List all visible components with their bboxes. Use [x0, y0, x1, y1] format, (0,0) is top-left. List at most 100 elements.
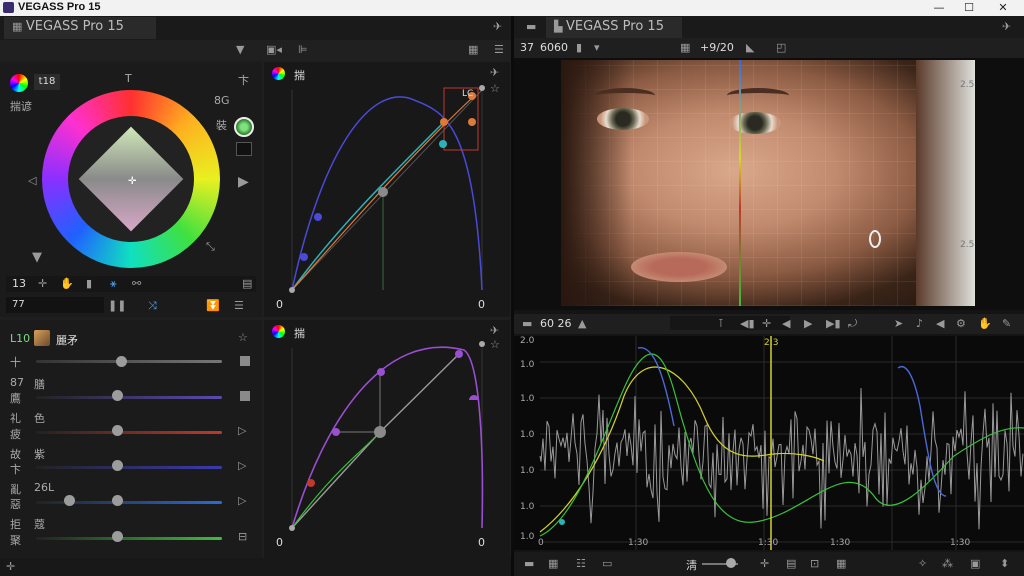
plus-icon[interactable]: ✛ [6, 560, 15, 573]
flag-icon[interactable]: ⊫ [298, 43, 308, 56]
slider-knob[interactable] [112, 531, 123, 542]
panel-icon[interactable]: ▬ [526, 20, 536, 33]
row-action-icon[interactable] [240, 356, 250, 366]
curve-top-graph[interactable] [264, 62, 510, 317]
settings-icon[interactable]: ⚙ [956, 317, 966, 330]
frame-back-icon[interactable]: ⊺ [718, 317, 724, 330]
pause-icon[interactable]: ❚❚ [108, 299, 126, 312]
tab-color-panel[interactable]: ▦ VEGASS Pro 15 [4, 17, 156, 39]
hand-icon[interactable]: ✋ [60, 277, 74, 290]
up-triangle-icon[interactable]: ▲ [578, 317, 586, 330]
pointer-icon[interactable]: ➤ [894, 317, 903, 330]
output-icon[interactable]: ⬍ [1000, 557, 1009, 570]
fullscreen-icon[interactable]: ◰ [776, 41, 786, 54]
play-icon[interactable]: ▷ [238, 424, 246, 437]
grid-icon[interactable]: ▦ [680, 41, 690, 54]
hand-icon[interactable]: ✋ [978, 317, 992, 330]
table-icon[interactable]: ▦ [836, 557, 846, 570]
render-icon[interactable]: ▣ [970, 557, 980, 570]
shuffle-icon[interactable]: ⤨ [148, 299, 157, 313]
wheel-value-field[interactable]: 77 [6, 297, 104, 313]
slider-knob[interactable] [112, 390, 123, 401]
bar-icon[interactable]: ▮ [86, 277, 92, 290]
close-button[interactable]: ✕ [988, 0, 1018, 16]
right-statusbar: ▬ ▦ ☷ ▭ 淸 ✛ ▤ ⊡ ▦ ✧ ⁂ ▣ ⬍ [514, 552, 1024, 576]
next-icon[interactable]: ▶▮ [826, 317, 841, 330]
wheel-value-box[interactable]: t18 [34, 74, 60, 90]
level-slider-blue[interactable] [36, 396, 222, 399]
tab-label: VEGASS Pro 15 [25, 19, 124, 34]
menu-icon[interactable]: ☰ [234, 299, 244, 312]
level-row-sublabel: 26L [34, 481, 55, 494]
list-icon[interactable]: ☰ [494, 43, 504, 56]
sparkle-icon[interactable]: ⁂ [942, 557, 953, 570]
play-right-icon[interactable]: ▶ [238, 174, 249, 190]
pin-icon[interactable]: ✈ [493, 20, 502, 33]
plus-icon[interactable]: ✛ [762, 317, 771, 330]
waveform-scope[interactable]: 2.0 1.0 1.0 1.0 1.0 1.0 1.0 2:3 0 1:30 1… [514, 336, 1024, 550]
slider-knob[interactable] [116, 356, 127, 367]
play-icon[interactable]: ▶ [804, 317, 812, 330]
expand-icon[interactable]: ⤡ [206, 240, 215, 254]
down-triangle-icon[interactable]: ▼ [32, 250, 42, 265]
zoom-slider-knob[interactable] [726, 558, 736, 568]
color-swatch[interactable] [234, 117, 254, 137]
curve-top-axis-right: 0 [478, 298, 485, 311]
slider-knob[interactable] [112, 460, 123, 471]
slider-knob[interactable] [64, 495, 75, 506]
magic-icon[interactable]: ✧ [918, 557, 927, 570]
level-slider-green[interactable] [36, 537, 222, 540]
reset-icon[interactable]: ⊟ [238, 530, 247, 543]
maximize-button[interactable]: ☐ [954, 0, 984, 16]
plus-icon[interactable]: ✛ [760, 557, 769, 570]
slider-knob[interactable] [112, 495, 123, 506]
video-frame[interactable] [561, 60, 975, 306]
play-icon[interactable]: ▷ [238, 459, 246, 472]
star-icon[interactable]: ☆ [238, 331, 248, 344]
list-icon[interactable]: ☷ [576, 557, 586, 570]
export-icon[interactable]: ⊡ [810, 557, 819, 570]
link-icon[interactable]: ⚯ [132, 277, 141, 290]
step-back-icon[interactable]: ◀ [782, 317, 790, 330]
panel-icon[interactable]: ▬ [522, 317, 532, 330]
clip-icon[interactable]: ▭ [602, 557, 612, 570]
level-slider-master[interactable] [36, 360, 222, 363]
panel-icon[interactable]: ▬ [524, 557, 534, 570]
curve-bottom-graph[interactable] [264, 320, 510, 558]
film-icon[interactable]: ▤ [786, 557, 796, 570]
filter-icon[interactable]: ▾ [594, 41, 600, 54]
back-icon[interactable]: ◀ [936, 317, 944, 330]
app-logo-icon [3, 2, 14, 13]
left-arrow-icon[interactable]: ◁ [28, 174, 36, 187]
levels-swatch[interactable] [34, 330, 50, 346]
cursor-icon[interactable]: ◣ [746, 41, 754, 54]
down-marker-icon[interactable]: ⏬ [206, 299, 220, 312]
level-slider-indigo[interactable] [36, 466, 222, 469]
preview-toolbar-mid: 6060 [540, 41, 568, 54]
reset-icon[interactable]: ▤ [242, 277, 252, 290]
brush-icon[interactable]: ✎ [1002, 317, 1011, 330]
left-brow [595, 88, 655, 103]
scope-range-field[interactable] [670, 316, 790, 330]
grid-icon[interactable]: ▦ [548, 557, 558, 570]
magic-icon[interactable]: ⚹ [110, 277, 117, 291]
loop-icon[interactable]: ⤾ [848, 317, 857, 331]
bar-icon[interactable]: ▮ [576, 41, 582, 54]
level-slider-red[interactable] [36, 431, 222, 434]
mic-icon[interactable]: ♪ [916, 317, 923, 330]
color-mode-icon[interactable] [10, 74, 28, 92]
plus-icon[interactable]: ✛ [38, 277, 47, 290]
grid-icon[interactable]: ▦ [468, 43, 478, 56]
row-action-icon[interactable] [240, 391, 250, 401]
minimize-button[interactable]: — [924, 0, 954, 16]
eyedropper-icon[interactable] [236, 142, 252, 156]
level-row-sublabel: 蔻 [34, 518, 45, 531]
filter-icon[interactable]: ▼ [236, 43, 244, 56]
slider-knob[interactable] [112, 425, 123, 436]
scope-cursor-line[interactable] [739, 60, 741, 306]
play-icon[interactable]: ▷ [238, 494, 246, 507]
prev-icon[interactable]: ◀▮ [740, 317, 755, 330]
camera-icon[interactable]: ▣◂ [266, 43, 282, 56]
pin-icon[interactable]: ✈ [1002, 20, 1011, 33]
tab-preview[interactable]: ▙ VEGASS Pro 15 [546, 17, 682, 39]
